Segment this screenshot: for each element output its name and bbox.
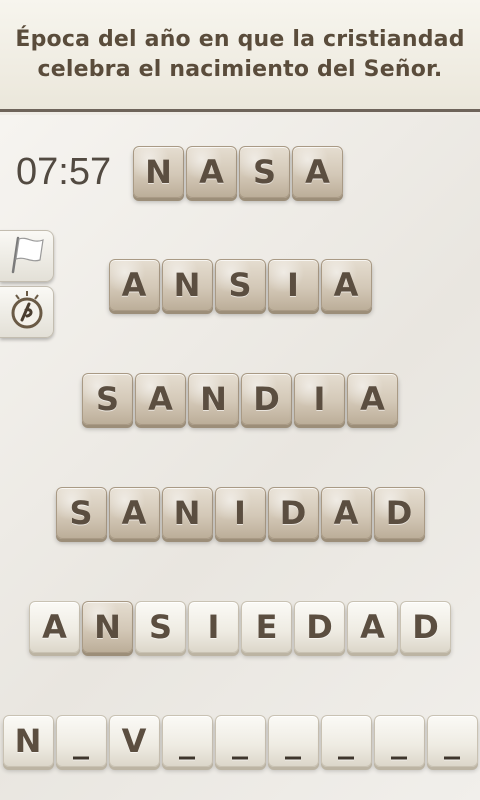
letter-tile[interactable]: A [347, 373, 398, 425]
letter-tile[interactable]: S [135, 601, 186, 653]
letter-tile[interactable]: N [82, 601, 133, 653]
letter-tile[interactable]: V [108, 715, 160, 767]
letter-tile[interactable]: N [188, 373, 239, 425]
blank-letter-tile[interactable]: _ [214, 715, 266, 767]
word-row-4: SANIDAD [0, 487, 480, 541]
clue-text: Época del año en que la cristiandad cele… [15, 25, 464, 85]
letter-tile[interactable]: A [135, 373, 186, 425]
blank-letter-tile[interactable]: _ [320, 715, 372, 767]
answer-row: N _ V _ _ _ _ _ _ [0, 715, 480, 769]
letter-tile[interactable]: D [267, 487, 319, 539]
letter-tile[interactable]: I [267, 259, 319, 311]
letter-tile[interactable]: S [82, 373, 133, 425]
letter-tile[interactable]: S [214, 259, 266, 311]
word-row-1: NASA [0, 146, 480, 200]
letter-tile[interactable]: S [55, 487, 107, 539]
word-row-3: SANDIA [0, 373, 480, 427]
letter-tile[interactable]: E [241, 601, 292, 653]
letter-tile[interactable]: N [2, 715, 54, 767]
blank-letter-tile[interactable]: _ [373, 715, 425, 767]
letter-tile[interactable]: I [294, 373, 345, 425]
letter-tile[interactable]: A [108, 487, 160, 539]
clue-line-2: celebra el nacimiento del Señor. [37, 56, 443, 82]
letter-tile[interactable]: D [400, 601, 451, 653]
letter-tile[interactable]: I [188, 601, 239, 653]
letter-tile[interactable]: A [320, 487, 372, 539]
letter-tile[interactable]: A [347, 601, 398, 653]
blank-letter-tile[interactable]: _ [426, 715, 478, 767]
letter-tile[interactable]: N [161, 487, 213, 539]
letter-tile[interactable]: I [214, 487, 266, 539]
letter-tile[interactable]: D [294, 601, 345, 653]
letter-tile[interactable]: A [108, 259, 160, 311]
letter-tile[interactable]: A [320, 259, 372, 311]
blank-letter-tile[interactable]: _ [55, 715, 107, 767]
clue-bar: Época del año en que la cristiandad cele… [0, 0, 480, 112]
letter-tile[interactable]: N [161, 259, 213, 311]
clue-line-1: Época del año en que la cristiandad [15, 26, 465, 52]
letter-tile[interactable]: A [292, 146, 343, 198]
letter-tile[interactable]: S [239, 146, 290, 198]
letter-tile[interactable]: A [186, 146, 237, 198]
letter-tile[interactable]: N [133, 146, 184, 198]
word-row-5: ANSIEDAD [0, 601, 480, 655]
blank-letter-tile[interactable]: _ [267, 715, 319, 767]
word-row-2: ANSIA [0, 259, 480, 313]
letter-tile[interactable]: D [241, 373, 292, 425]
game-board [0, 115, 480, 800]
blank-letter-tile[interactable]: _ [161, 715, 213, 767]
letter-tile[interactable]: A [29, 601, 80, 653]
letter-tile[interactable]: D [373, 487, 425, 539]
